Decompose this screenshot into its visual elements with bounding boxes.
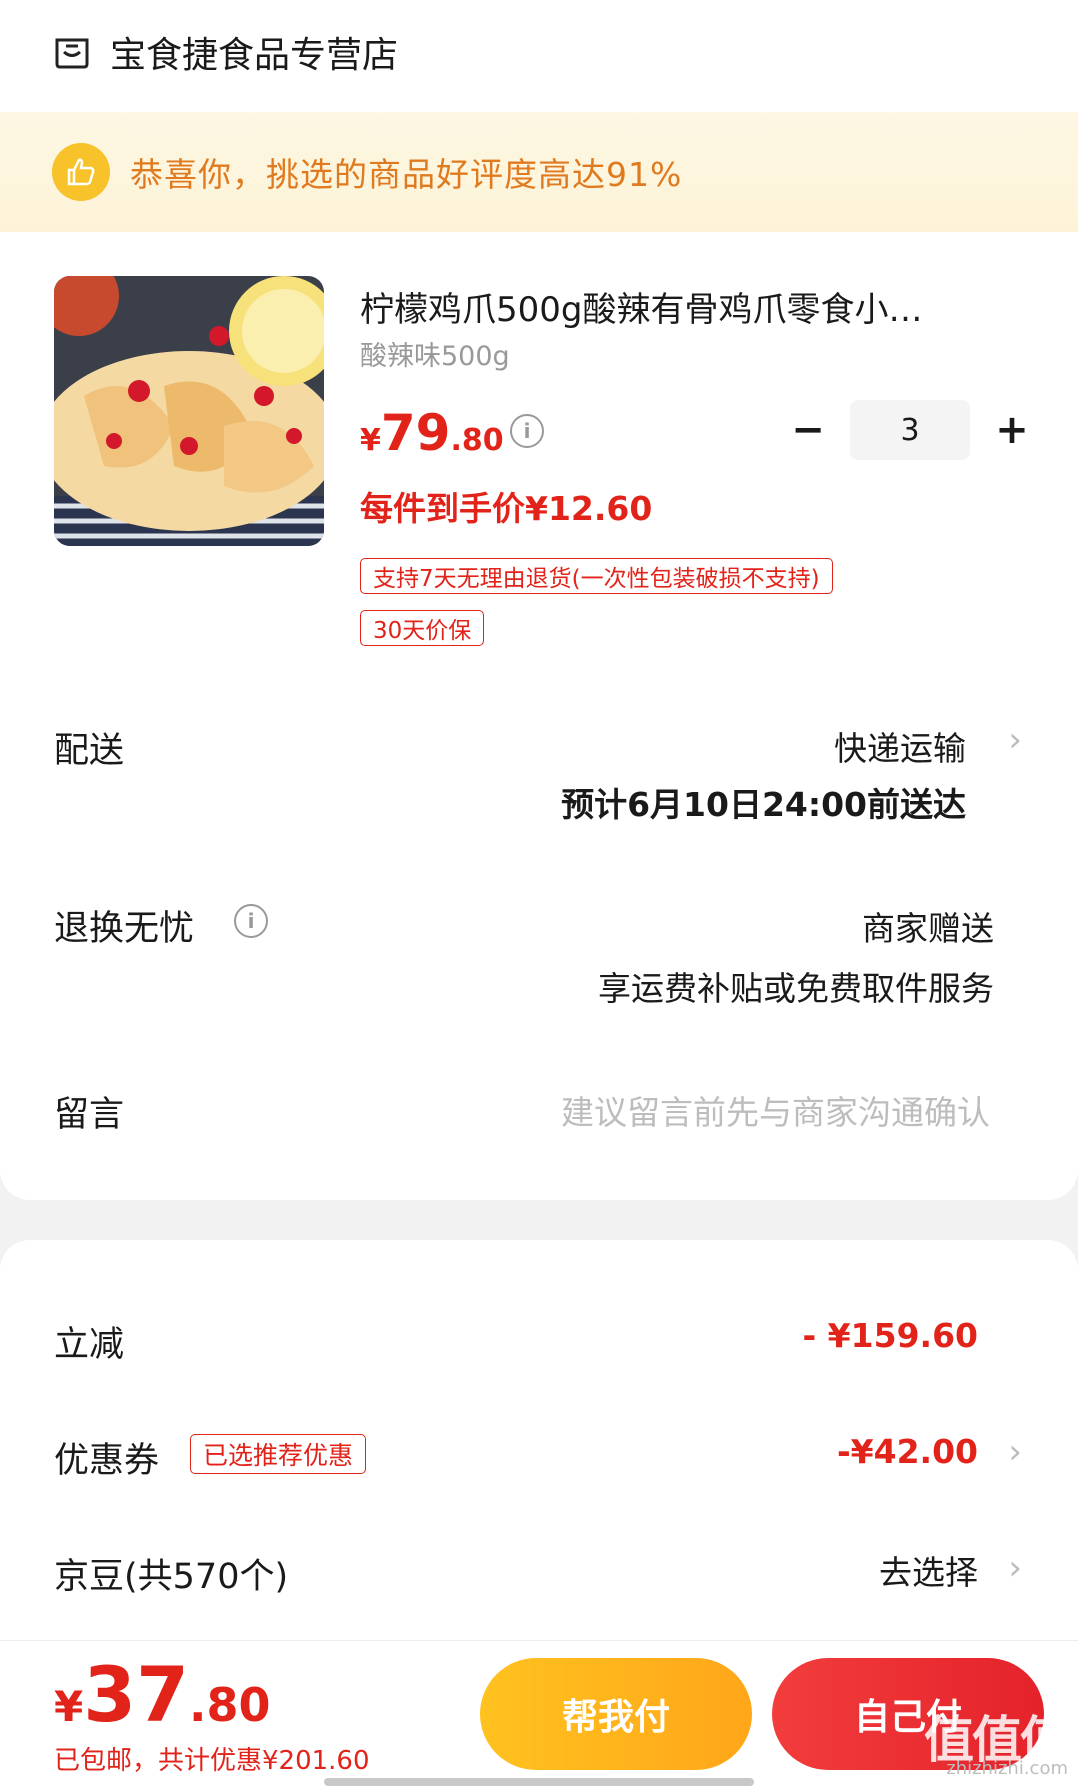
store-name: 宝食捷食品专营店: [110, 35, 399, 76]
coupon-badge: 已选推荐优惠: [190, 1434, 367, 1474]
coupon-label: 优惠券: [54, 1441, 160, 1481]
store-icon: [55, 38, 89, 69]
total-symbol: ¥: [54, 1682, 84, 1731]
product-title[interactable]: 柠檬鸡爪500g酸辣有骨鸡爪零食小…: [360, 282, 1010, 331]
total-summary: 已包邮，共计优惠¥201.60: [54, 1746, 370, 1776]
product-spec[interactable]: 酸辣味500g: [360, 334, 510, 373]
praise-banner: 恭喜你，挑选的商品好评度高达91%: [0, 112, 1078, 232]
delivery-eta: 预计6月10日24:00前送达: [561, 785, 966, 824]
praise-text: 恭喜你，挑选的商品好评度高达91%: [130, 155, 683, 194]
minus-icon[interactable]: −: [780, 402, 836, 458]
instant-discount-label: 立减: [54, 1325, 125, 1365]
delivery-method[interactable]: 快递运输: [834, 722, 966, 770]
price-protect-tag: 30天价保: [360, 610, 485, 646]
watermark-sub: zhizhizhi.com: [946, 1758, 1068, 1779]
returns-label: 退换无忧: [54, 909, 195, 949]
delivery-label: 配送: [54, 731, 125, 771]
total-decimal: .80: [189, 1678, 271, 1732]
info-icon[interactable]: i: [510, 414, 544, 448]
chevron-right-icon[interactable]: ›: [1008, 1432, 1022, 1472]
instant-discount-value: - ¥159.60: [802, 1316, 979, 1355]
unit-price: 每件到手价¥12.60: [360, 489, 653, 528]
returns-line2: 享运费补贴或免费取件服务: [598, 969, 994, 1008]
return-policy-tag: 支持7天无理由退货(一次性包装破损不支持): [360, 558, 833, 594]
beans-select[interactable]: 去选择: [879, 1546, 978, 1594]
coupon-value[interactable]: -¥42.00: [837, 1432, 978, 1471]
product-price: ¥ 79 .80: [360, 404, 504, 462]
info-icon[interactable]: i: [234, 904, 268, 938]
help-pay-button[interactable]: 帮我付: [480, 1658, 752, 1770]
price-decimal: .80: [450, 423, 504, 458]
thumbs-up-icon: [52, 143, 110, 201]
returns-line1: 商家赠送: [862, 909, 994, 948]
quantity-stepper: − 3 +: [780, 400, 1040, 460]
chevron-right-icon[interactable]: ›: [1008, 1548, 1022, 1588]
price-integer: 79: [380, 404, 451, 462]
total-integer: 37: [83, 1650, 189, 1739]
beans-label: 京豆(共570个): [54, 1557, 289, 1597]
plus-icon[interactable]: +: [984, 402, 1040, 458]
message-label: 留言: [54, 1095, 125, 1135]
chevron-right-icon[interactable]: ›: [1008, 720, 1022, 760]
store-header[interactable]: 宝食捷食品专营店: [52, 22, 398, 82]
home-indicator[interactable]: [324, 1778, 754, 1786]
total-price: ¥ 37 .80: [54, 1650, 271, 1739]
price-symbol: ¥: [360, 423, 381, 458]
message-input[interactable]: 建议留言前先与商家沟通确认: [561, 1086, 990, 1134]
product-image[interactable]: [54, 276, 324, 546]
quantity-value[interactable]: 3: [850, 400, 970, 460]
